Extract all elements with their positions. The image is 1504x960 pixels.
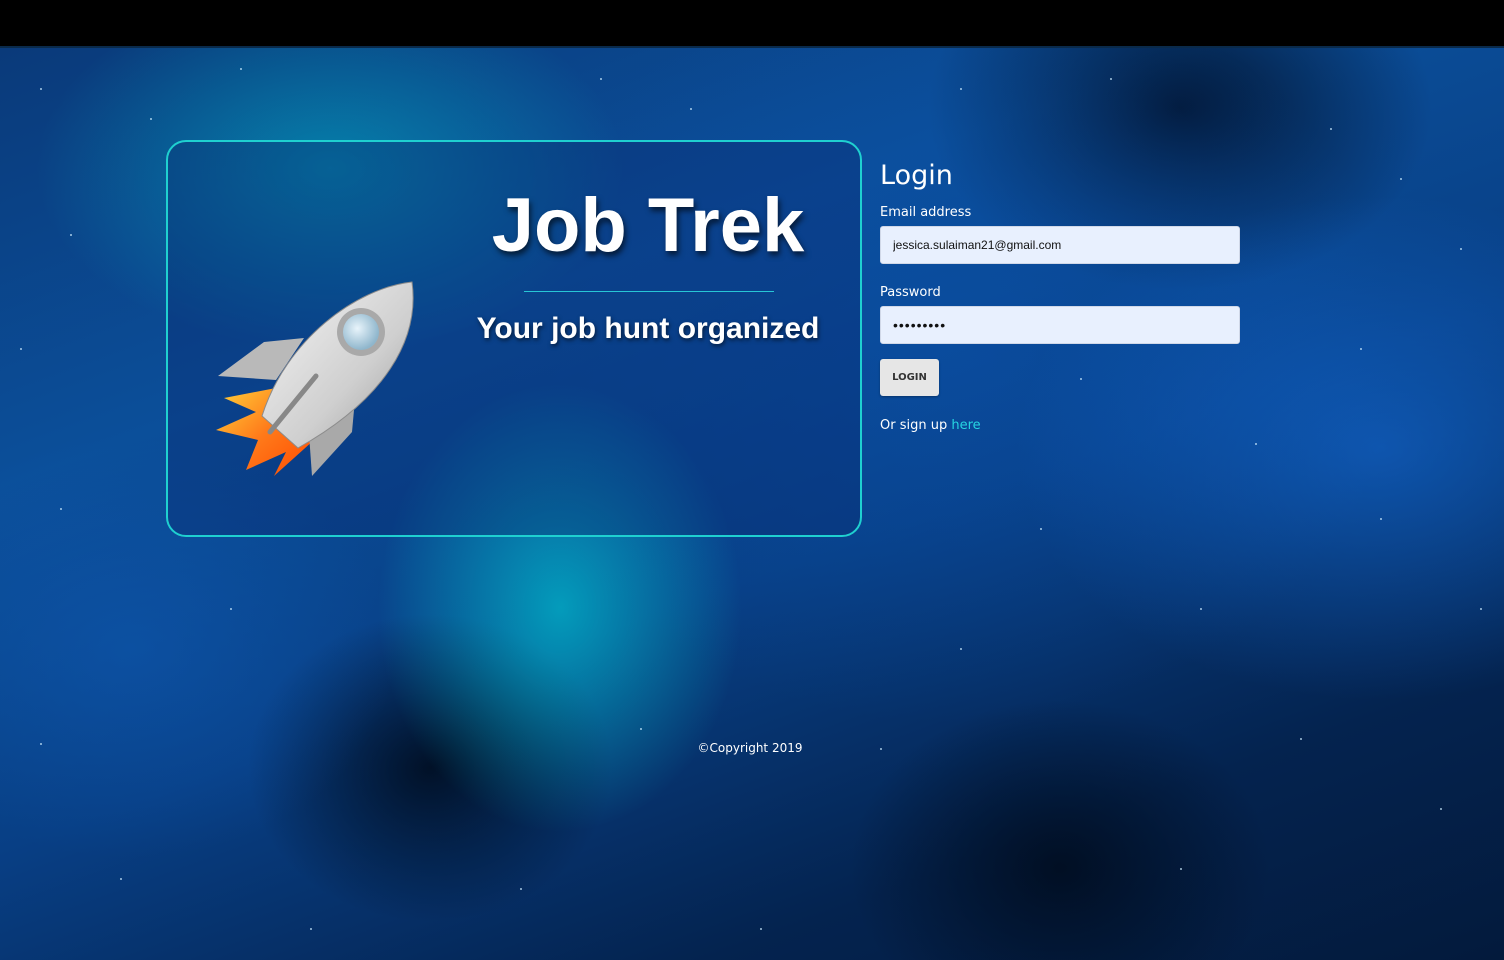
signup-prompt: Or sign up here	[880, 418, 1242, 433]
signup-link[interactable]: here	[951, 418, 980, 433]
login-heading: Login	[880, 160, 953, 191]
app-tagline: Your job hunt organized	[476, 312, 820, 345]
password-field[interactable]	[880, 306, 1240, 344]
copyright-text: ©Copyright 2019	[697, 741, 803, 755]
email-field[interactable]	[880, 226, 1240, 264]
rocket-icon	[216, 280, 426, 490]
email-label: Email address	[880, 205, 972, 220]
title-divider	[524, 291, 774, 292]
hero-card: Job Trek Your job hunt organized	[166, 140, 862, 537]
app-title: Job Trek	[491, 183, 805, 268]
top-bar	[0, 0, 1504, 48]
login-form: Login Email address Password LOGIN Or si…	[880, 158, 1242, 433]
login-button[interactable]: LOGIN	[880, 359, 939, 396]
password-label: Password	[880, 285, 941, 300]
signup-prefix-text: Or sign up	[880, 418, 948, 433]
